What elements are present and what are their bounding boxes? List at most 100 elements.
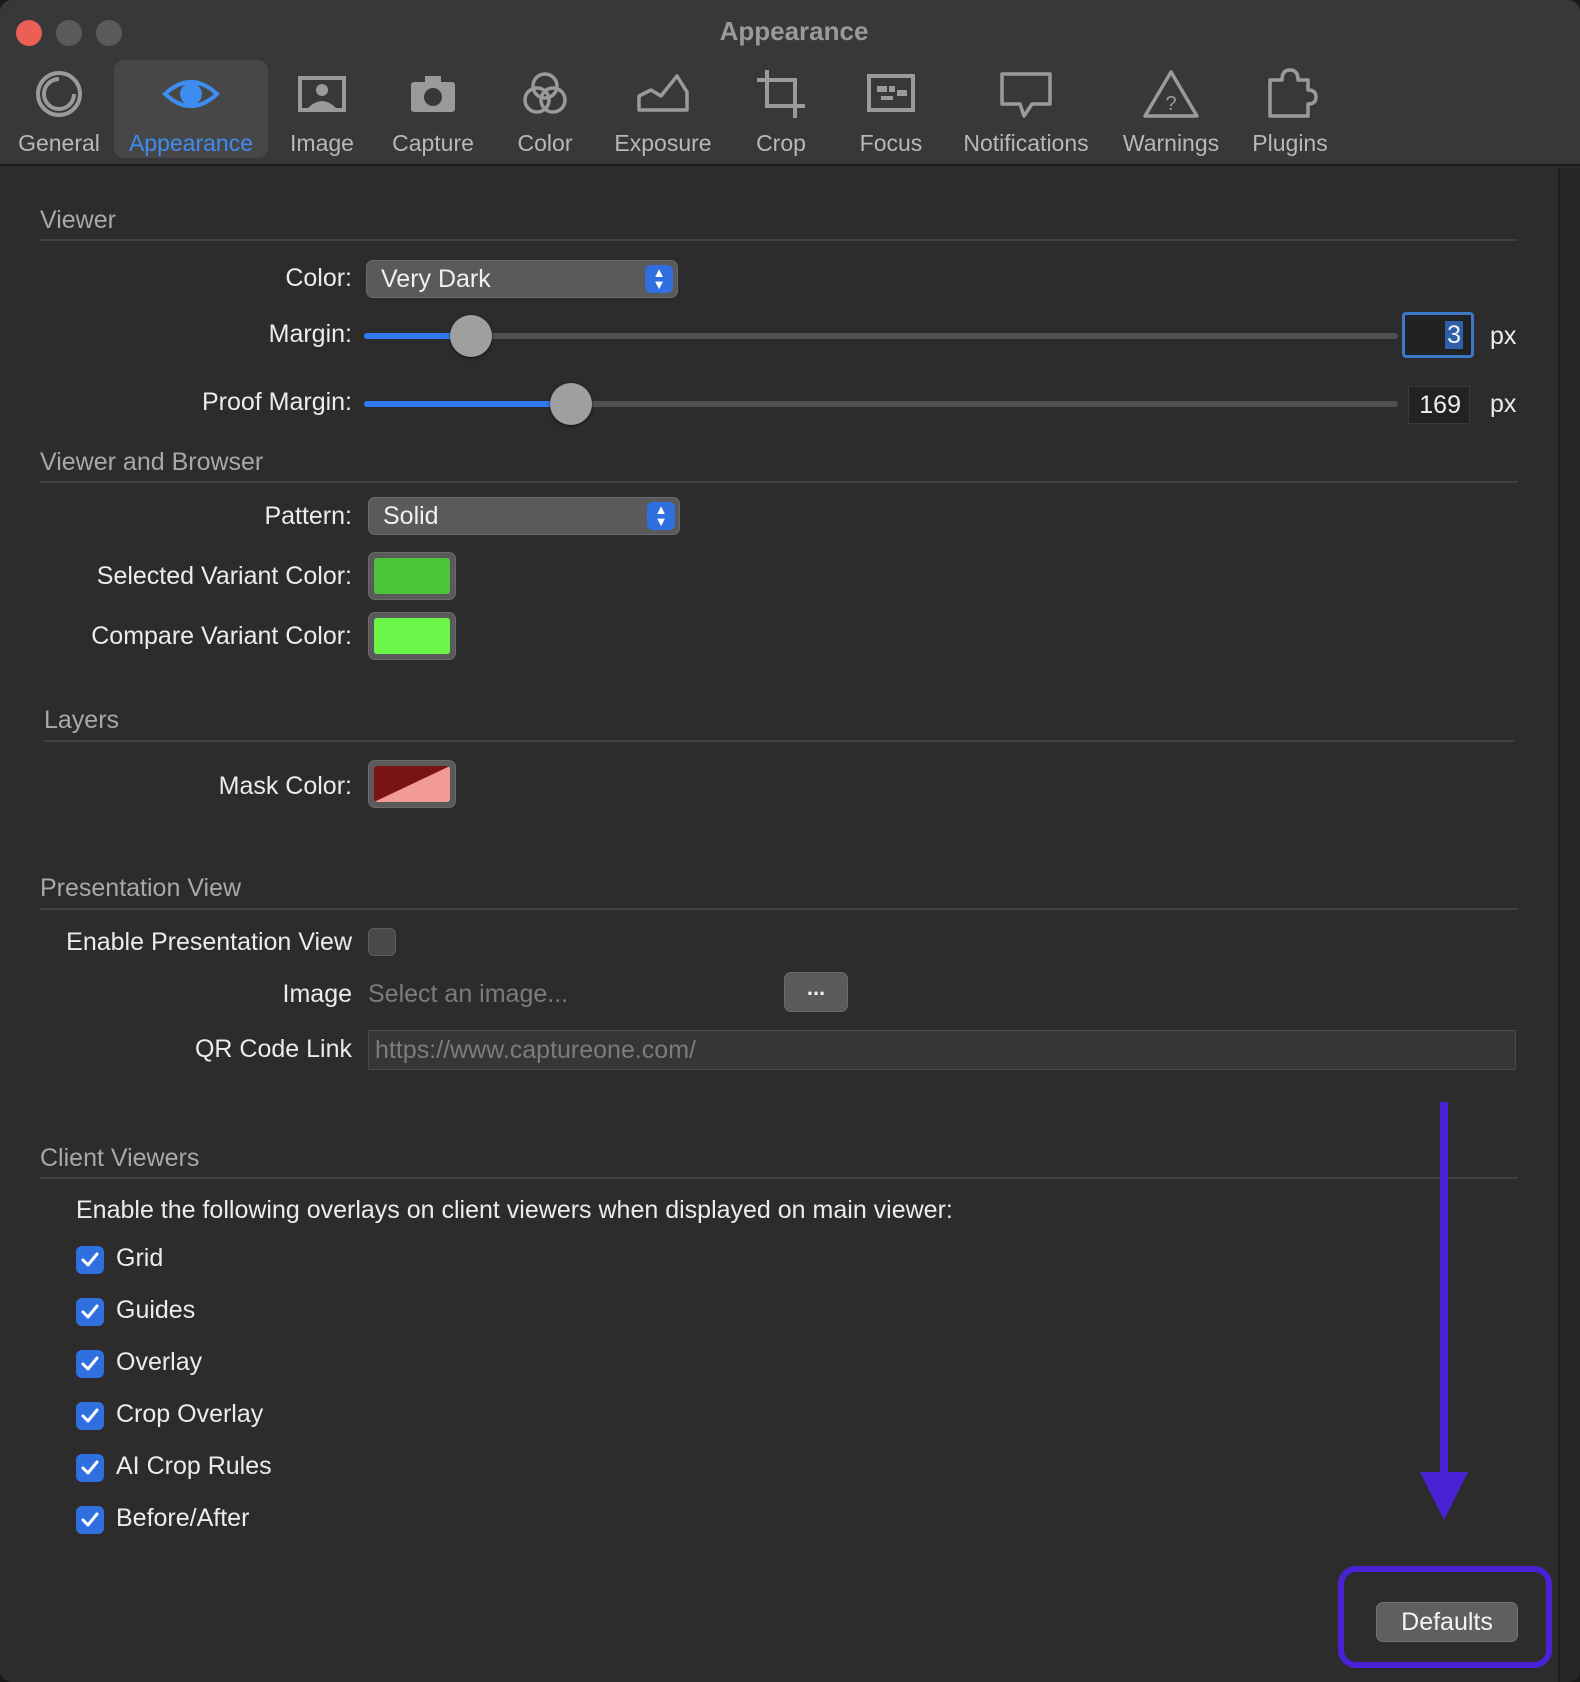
overlay-checkbox[interactable] bbox=[76, 1298, 104, 1326]
speech-bubble-icon bbox=[996, 66, 1056, 122]
color-circles-icon bbox=[515, 66, 575, 122]
tab-general[interactable]: General bbox=[8, 60, 110, 158]
overlay-checkbox-label: Before/After bbox=[116, 1504, 250, 1532]
checkmark-icon bbox=[81, 1408, 99, 1423]
focus-icon bbox=[861, 66, 921, 122]
overlay-checkbox[interactable] bbox=[76, 1454, 104, 1482]
checkmark-icon bbox=[81, 1512, 99, 1527]
tab-label: Crop bbox=[756, 130, 806, 156]
warning-triangle-icon: ? bbox=[1141, 66, 1201, 122]
checkmark-icon bbox=[81, 1356, 99, 1371]
section-heading-viewer: Viewer bbox=[40, 206, 116, 234]
svg-text:?: ? bbox=[1165, 93, 1176, 115]
enable-presentation-view-label: Enable Presentation View bbox=[66, 928, 352, 956]
chevron-up-down-icon: ▲ ▼ bbox=[645, 265, 673, 293]
section-heading-layers: Layers bbox=[44, 706, 120, 734]
section-divider bbox=[40, 908, 1518, 910]
tab-label: Appearance bbox=[128, 130, 254, 156]
puzzle-icon bbox=[1260, 66, 1320, 122]
color-label: Color: bbox=[285, 264, 352, 292]
browse-image-button[interactable]: ... bbox=[784, 972, 848, 1012]
pattern-value: Solid bbox=[383, 502, 439, 530]
proof-margin-label: Proof Margin: bbox=[201, 388, 352, 416]
margin-label: Margin: bbox=[268, 320, 352, 348]
tab-crop[interactable]: Crop bbox=[738, 60, 824, 158]
tab-plugins[interactable]: Plugins bbox=[1242, 60, 1338, 158]
tab-notifications[interactable]: Notifications bbox=[956, 60, 1096, 158]
crop-icon bbox=[751, 66, 811, 122]
qr-code-link-label: QR Code Link bbox=[194, 1035, 352, 1063]
tab-appearance[interactable]: Appearance bbox=[114, 60, 268, 158]
compare-variant-color-label: Compare Variant Color: bbox=[91, 622, 352, 650]
section-heading-viewer-and-browser: Viewer and Browser bbox=[40, 448, 264, 476]
section-divider bbox=[44, 740, 1514, 742]
preferences-window: Appearance General Appearance Image Capt… bbox=[0, 0, 1580, 1682]
tab-label: Image bbox=[290, 130, 354, 156]
margin-value: 3 bbox=[1445, 321, 1463, 349]
section-divider bbox=[40, 1177, 1518, 1179]
tab-label: Warnings bbox=[1122, 130, 1220, 156]
margin-slider-knob[interactable] bbox=[449, 315, 492, 357]
checkmark-icon bbox=[81, 1252, 99, 1267]
pattern-popup[interactable]: Solid ▲ ▼ bbox=[368, 497, 680, 535]
selected-variant-color-fill bbox=[374, 558, 450, 594]
section-divider bbox=[40, 239, 1518, 241]
section-divider bbox=[40, 481, 1518, 483]
checkmark-icon bbox=[81, 1304, 99, 1319]
general-icon bbox=[29, 66, 89, 122]
overlay-checkbox-label: AI Crop Rules bbox=[116, 1452, 272, 1480]
proof-margin-value-field[interactable]: 169 bbox=[1408, 386, 1470, 424]
checkmark-icon bbox=[81, 1460, 99, 1475]
tab-label: Notifications bbox=[963, 130, 1089, 156]
image-icon bbox=[292, 66, 352, 122]
presentation-image-placeholder: Select an image... bbox=[368, 980, 569, 1008]
proof-margin-slider[interactable] bbox=[364, 383, 1398, 425]
overlay-checkbox-label: Overlay bbox=[116, 1348, 203, 1376]
margin-unit: px bbox=[1490, 322, 1517, 350]
mask-color-fill bbox=[374, 766, 450, 802]
tab-label: General bbox=[18, 130, 100, 156]
client-viewers-description: Enable the following overlays on client … bbox=[76, 1196, 953, 1224]
tab-warnings[interactable]: ? Warnings bbox=[1116, 60, 1226, 158]
histogram-icon bbox=[633, 66, 693, 122]
margin-value-field[interactable]: 3 bbox=[1402, 312, 1474, 358]
section-heading-presentation-view: Presentation View bbox=[40, 874, 242, 902]
proof-margin-slider-knob[interactable] bbox=[549, 383, 592, 425]
overlay-checkbox-label: Grid bbox=[116, 1244, 164, 1272]
tab-focus[interactable]: Focus bbox=[846, 60, 936, 158]
window-title: Appearance bbox=[719, 16, 869, 46]
overlay-checkbox[interactable] bbox=[76, 1506, 104, 1534]
chevron-up-down-icon: ▲ ▼ bbox=[647, 502, 675, 530]
qr-code-link-field[interactable] bbox=[368, 1030, 1516, 1070]
overlay-checkbox[interactable] bbox=[76, 1246, 104, 1274]
overlay-checkbox[interactable] bbox=[76, 1350, 104, 1378]
tab-exposure[interactable]: Exposure bbox=[604, 60, 722, 158]
compare-variant-color-well[interactable] bbox=[368, 612, 456, 660]
proof-margin-value: 169 bbox=[1419, 391, 1461, 419]
defaults-button[interactable]: Defaults bbox=[1376, 1602, 1518, 1642]
mask-color-label: Mask Color: bbox=[218, 772, 352, 800]
overlay-checkbox-label: Guides bbox=[116, 1296, 196, 1324]
annotation-arrow-icon bbox=[1420, 1102, 1468, 1520]
proof-margin-slider-fill bbox=[364, 401, 571, 407]
viewer-color-popup[interactable]: Very Dark ▲ ▼ bbox=[366, 260, 678, 298]
toolbar: Appearance General Appearance Image Capt… bbox=[0, 0, 1580, 166]
section-heading-client-viewers: Client Viewers bbox=[40, 1144, 200, 1172]
tab-color[interactable]: Color bbox=[500, 60, 590, 158]
margin-slider[interactable] bbox=[364, 315, 1398, 357]
mask-color-well[interactable] bbox=[368, 760, 456, 808]
enable-presentation-view-checkbox[interactable] bbox=[368, 928, 396, 956]
tab-capture[interactable]: Capture bbox=[384, 60, 482, 158]
proof-margin-unit: px bbox=[1490, 390, 1517, 418]
overlay-checkbox[interactable] bbox=[76, 1402, 104, 1430]
presentation-image-label: Image bbox=[282, 980, 352, 1008]
qr-code-link-input[interactable] bbox=[369, 1031, 1515, 1069]
compare-variant-color-fill bbox=[374, 618, 450, 654]
tab-label: Focus bbox=[859, 130, 923, 156]
eye-icon bbox=[161, 66, 221, 122]
tab-label: Capture bbox=[392, 130, 474, 156]
tab-label: Exposure bbox=[614, 130, 712, 156]
selected-variant-color-well[interactable] bbox=[368, 552, 456, 600]
vertical-scrollbar[interactable] bbox=[1558, 168, 1580, 1682]
tab-image[interactable]: Image bbox=[274, 60, 370, 158]
